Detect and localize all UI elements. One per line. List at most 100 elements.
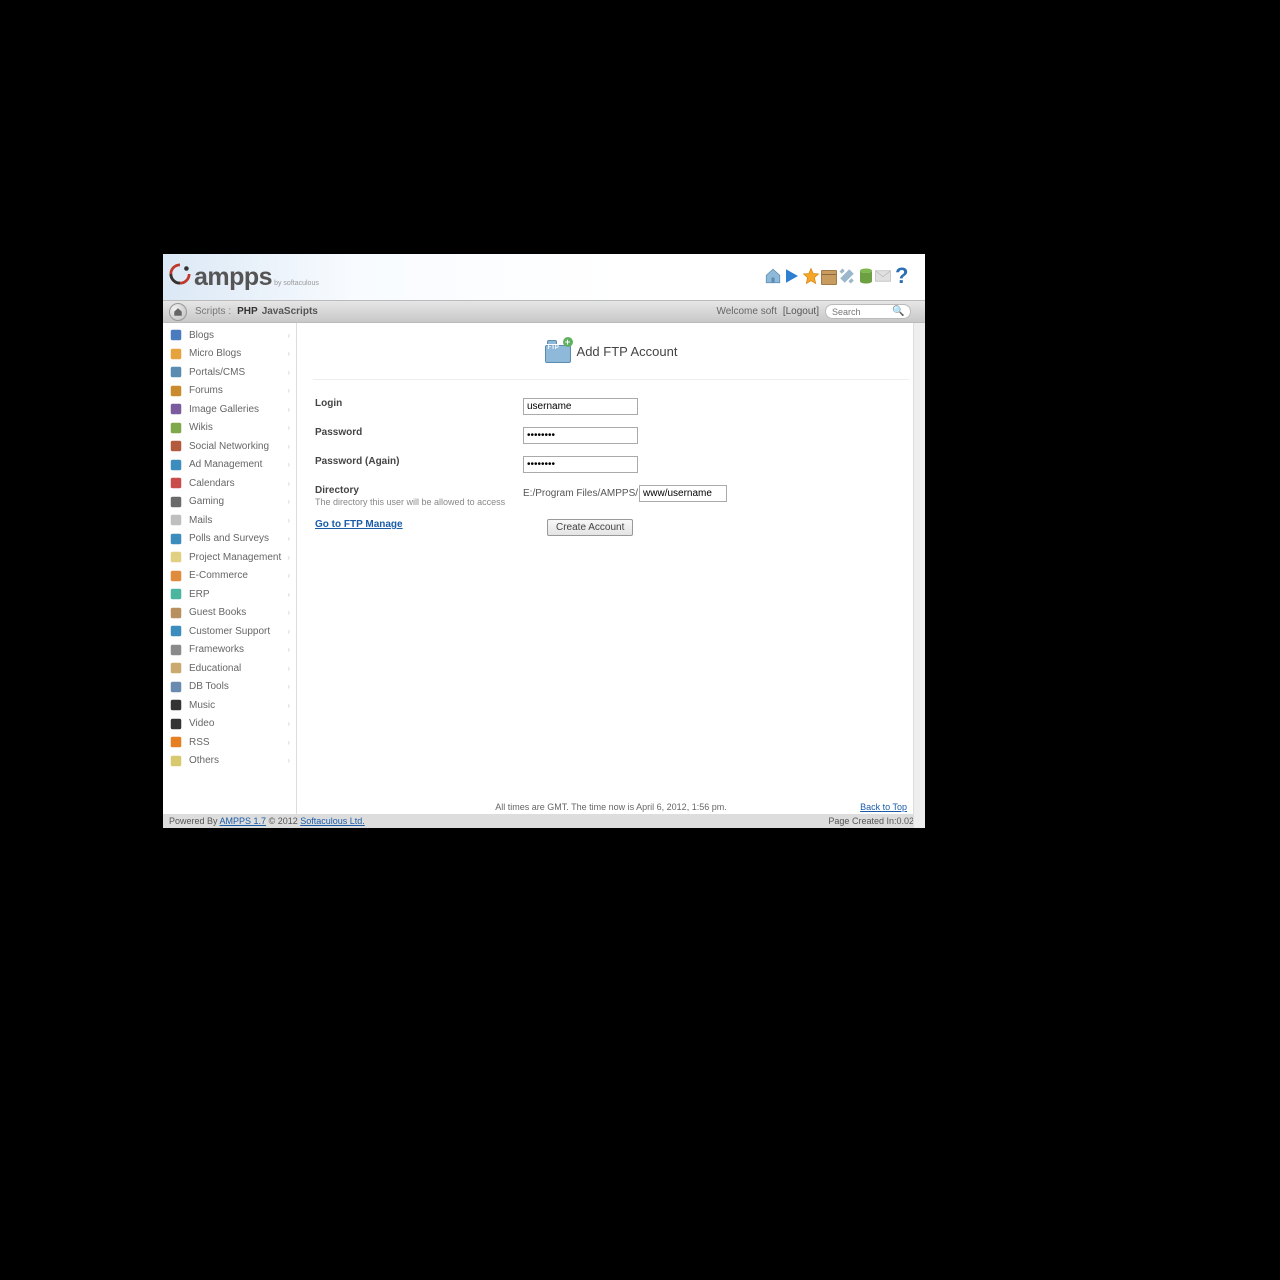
scripts-label: Scripts : — [195, 306, 231, 317]
footer-ampps-link[interactable]: AMPPS 1.7 — [220, 816, 267, 826]
sidebar-item-label: Image Galleries — [189, 404, 259, 415]
people-icon — [169, 439, 183, 453]
sidebar-item-label: Social Networking — [189, 441, 269, 452]
sidebar-item-portals-cms[interactable]: Portals/CMS› — [163, 363, 296, 382]
help-icon[interactable]: ? — [895, 267, 913, 285]
footer-prefix: Powered By — [169, 816, 220, 826]
directory-label: Directory The directory this user will b… — [313, 485, 523, 507]
logout-link[interactable]: [Logout] — [783, 306, 819, 317]
sidebar-item-others[interactable]: Others› — [163, 752, 296, 771]
chevron-right-icon: › — [287, 590, 290, 599]
sidebar-item-e-commerce[interactable]: E-Commerce › — [163, 567, 296, 586]
home-icon[interactable] — [764, 267, 782, 285]
chevron-right-icon: › — [287, 627, 290, 636]
chevron-right-icon: › — [287, 497, 290, 506]
chevron-right-icon: › — [287, 701, 290, 710]
goto-ftp-manage-link[interactable]: Go to FTP Manage — [315, 519, 403, 530]
sidebar-item-educational[interactable]: Educational› — [163, 659, 296, 678]
directory-label-text: Directory — [315, 485, 359, 496]
sidebar-item-erp[interactable]: ERP› — [163, 585, 296, 604]
mail-icon — [169, 513, 183, 527]
sidebar-item-db-tools[interactable]: DB Tools› — [163, 678, 296, 697]
sidebar-item-label: E-Commerce — [189, 570, 248, 581]
sidebar-item-label: Music — [189, 700, 215, 711]
create-account-button[interactable]: Create Account — [547, 519, 633, 536]
sidebar-item-blogs[interactable]: Blogs› — [163, 326, 296, 345]
search-icon[interactable]: 🔍 — [892, 306, 904, 317]
fw-icon — [169, 643, 183, 657]
logo[interactable]: ampps by softaculous — [169, 263, 319, 292]
sidebar-item-video[interactable]: Video › — [163, 715, 296, 734]
sidebar-item-label: Customer Support — [189, 626, 270, 637]
home-button[interactable] — [169, 303, 187, 321]
sidebar-item-ad-management[interactable]: Ad Management› — [163, 456, 296, 475]
directory-input[interactable] — [639, 485, 727, 502]
sidebar-item-rss[interactable]: RSS› — [163, 733, 296, 752]
star-icon[interactable] — [802, 267, 820, 285]
mail-icon[interactable] — [874, 267, 892, 285]
sidebar-item-image-galleries[interactable]: Image Galleries› — [163, 400, 296, 419]
box-icon[interactable] — [821, 270, 837, 285]
header: ampps by softaculous ? — [163, 254, 925, 300]
sidebar-item-forums[interactable]: Forums› — [163, 382, 296, 401]
page-header: FTP+ Add FTP Account — [313, 333, 909, 380]
sidebar-item-mails[interactable]: Mails › — [163, 511, 296, 530]
sidebar-item-polls-and-surveys[interactable]: Polls and Surveys› — [163, 530, 296, 549]
sidebar-item-micro-blogs[interactable]: Micro Blogs› — [163, 345, 296, 364]
back-to-top-link[interactable]: Back to Top — [860, 802, 907, 812]
play-icon[interactable] — [783, 267, 801, 285]
footer-softaculous-link[interactable]: Softaculous Ltd. — [300, 816, 365, 826]
chevron-right-icon: › — [287, 442, 290, 451]
chevron-right-icon: › — [287, 331, 290, 340]
sidebar-item-project-management[interactable]: Project Management› — [163, 548, 296, 567]
sidebar-item-guest-books[interactable]: Guest Books › — [163, 604, 296, 623]
book-icon — [169, 421, 183, 435]
sidebar-item-label: Video — [189, 718, 214, 729]
chevron-right-icon: › — [287, 571, 290, 580]
sidebar-item-label: Calendars — [189, 478, 235, 489]
sidebar-item-wikis[interactable]: Wikis› — [163, 419, 296, 438]
directory-hint: The directory this user will be allowed … — [315, 497, 523, 507]
sidebar-item-label: Wikis — [189, 422, 213, 433]
lang-php[interactable]: PHP — [237, 306, 258, 317]
sidebar: Blogs›Micro Blogs›Portals/CMS›Forums›Ima… — [163, 323, 297, 814]
chevron-right-icon: › — [287, 719, 290, 728]
tools-icon[interactable] — [838, 267, 856, 285]
chevron-right-icon: › — [287, 553, 290, 562]
other-icon — [169, 754, 183, 768]
password-input[interactable] — [523, 427, 638, 444]
sidebar-item-label: Portals/CMS — [189, 367, 245, 378]
password2-label: Password (Again) — [313, 456, 523, 467]
sidebar-item-gaming[interactable]: Gaming› — [163, 493, 296, 512]
sidebar-item-frameworks[interactable]: Frameworks › — [163, 641, 296, 660]
chevron-right-icon: › — [287, 664, 290, 673]
chevron-right-icon: › — [287, 349, 290, 358]
sidebar-item-music[interactable]: Music › — [163, 696, 296, 715]
sidebar-item-label: Others — [189, 755, 219, 766]
music-icon — [169, 698, 183, 712]
sidebar-item-label: Guest Books — [189, 607, 246, 618]
database-icon[interactable] — [857, 267, 873, 285]
password2-input[interactable] — [523, 456, 638, 473]
calendar-icon — [169, 476, 183, 490]
search-box[interactable]: 🔍 — [825, 304, 911, 319]
sidebar-item-label: Polls and Surveys — [189, 533, 269, 544]
game-icon — [169, 495, 183, 509]
chevron-right-icon: › — [287, 516, 290, 525]
sidebar-item-calendars[interactable]: Calendars › — [163, 474, 296, 493]
sidebar-item-social-networking[interactable]: Social Networking › — [163, 437, 296, 456]
sidebar-item-label: Frameworks — [189, 644, 244, 655]
edu-icon — [169, 661, 183, 675]
welcome-text: Welcome soft — [716, 306, 776, 317]
login-input[interactable] — [523, 398, 638, 415]
footer: Powered By AMPPS 1.7 © 2012 Softaculous … — [163, 814, 925, 828]
search-input[interactable] — [832, 307, 892, 317]
chevron-right-icon: › — [287, 645, 290, 654]
sidebar-item-customer-support[interactable]: Customer Support › — [163, 622, 296, 641]
chevron-right-icon: › — [287, 682, 290, 691]
chevron-right-icon: › — [287, 479, 290, 488]
sidebar-item-label: Mails — [189, 515, 212, 526]
chevron-right-icon: › — [287, 608, 290, 617]
chevron-right-icon: › — [287, 386, 290, 395]
lang-js[interactable]: JavaScripts — [262, 306, 318, 317]
